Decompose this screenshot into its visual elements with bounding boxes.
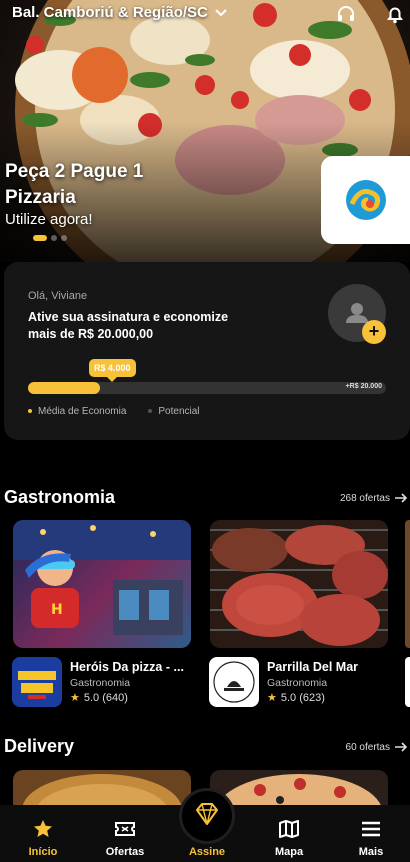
offer-name: Parrilla Del Mar [267, 660, 359, 674]
nav-ofertas[interactable]: Ofertas [84, 805, 166, 862]
rating-value: 5.0 [83, 692, 100, 704]
heroes-pizza-logo [12, 657, 62, 707]
legend-average-label: Média de Economia [38, 406, 127, 417]
rating-count: (640) [102, 692, 128, 704]
offer-rating: ★ 5.0 (623) [267, 691, 325, 704]
parrilla-logo [209, 657, 259, 707]
bell-icon[interactable] [384, 3, 406, 25]
nav-mais[interactable]: Mais [330, 805, 410, 862]
offer-image[interactable] [210, 520, 388, 648]
vila-atlantica-logo [345, 180, 386, 220]
legend-potential-label: Potencial [158, 406, 200, 417]
nav-mais-label: Mais [358, 846, 384, 858]
nav-inicio-label: Início [28, 846, 58, 858]
see-all-delivery-label: 60 ofertas [345, 741, 390, 753]
headset-icon[interactable] [335, 3, 357, 25]
delivery-pizza-photo [215, 774, 383, 810]
diamond-icon [196, 803, 218, 825]
map-icon [279, 820, 299, 838]
offer-rating: ★ 5.0 (640) [70, 691, 128, 704]
offer-image[interactable] [210, 770, 388, 810]
carousel-dot[interactable] [61, 235, 67, 241]
offer-name: Heróis Da pizza - ... [70, 660, 184, 674]
star-icon [34, 820, 52, 837]
savings-message: Ative sua assinatura e economize mais de… [28, 310, 229, 341]
nav-assine-label: Assine [188, 846, 226, 858]
nav-inicio[interactable]: Início [2, 805, 84, 862]
arrow-right-icon [395, 742, 408, 752]
nav-mapa-label: Mapa [274, 846, 304, 858]
offer-logo-partial [405, 657, 410, 707]
star-icon: ★ [267, 692, 277, 704]
grilled-meat-photo [210, 525, 388, 646]
offer-image-partial[interactable] [405, 520, 410, 648]
parrilla-logo-art [213, 661, 255, 703]
subscribe-button[interactable] [179, 788, 235, 844]
svg-text:H: H [51, 602, 63, 618]
offer-image[interactable] [13, 770, 191, 810]
region-selector[interactable]: Bal. Camboriú & Região/SC [12, 4, 228, 21]
section-title-delivery: Delivery [4, 736, 75, 756]
partner-logo[interactable] [321, 156, 410, 244]
delivery-food-photo [22, 774, 182, 810]
see-all-gastronomia-label: 268 ofertas [339, 492, 390, 504]
hero-banner[interactable]: Bal. Camboriú & Região/SC Peça 2 Pague 1… [0, 0, 410, 262]
nav-mapa[interactable]: Mapa [248, 805, 330, 862]
rating-count: (623) [299, 692, 325, 704]
section-title-gastronomia: Gastronomia [4, 487, 116, 507]
carousel-dot-active[interactable] [33, 235, 47, 241]
see-all-delivery[interactable]: 60 ofertas [346, 741, 408, 753]
add-photo-button[interactable]: + [362, 320, 386, 344]
potential-savings-label: +R$ 20.000 [345, 383, 382, 390]
offer-category: Gastronomia [70, 677, 131, 689]
heroes-pizza-photo: H [13, 520, 191, 635]
average-savings-badge: R$ 4.000 [89, 359, 136, 382]
heroes-pizza-logo-art [16, 667, 58, 699]
legend-potential: Potencial [148, 406, 200, 417]
arrow-right-icon [395, 493, 408, 503]
region-label: Bal. Camboriú & Região/SC [12, 4, 208, 21]
greeting: Olá, Viviane [28, 290, 88, 302]
progress-legend: Média de Economia Potencial [28, 406, 200, 417]
star-icon: ★ [70, 692, 80, 704]
legend-average: Média de Economia [28, 406, 126, 417]
menu-icon [362, 821, 380, 837]
subscription-card[interactable]: Olá, Viviane Ative sua assinatura e econ… [4, 262, 410, 440]
offer-image[interactable]: H [13, 520, 191, 648]
carousel-dot[interactable] [51, 235, 57, 241]
hero-subtitle: Utilize agora! [5, 211, 93, 228]
carousel-dots [33, 235, 67, 241]
rating-value: 5.0 [280, 692, 297, 704]
offer-category: Gastronomia [267, 677, 328, 689]
chevron-down-icon [215, 8, 227, 16]
nav-ofertas-label: Ofertas [105, 846, 145, 858]
savings-progress-fill [28, 382, 100, 394]
savings-progress-bar: +R$ 20.000 [28, 382, 386, 394]
top-bar: Bal. Camboriú & Região/SC [0, 0, 410, 30]
ticket-icon [115, 822, 135, 836]
see-all-gastronomia[interactable]: 268 ofertas [340, 492, 408, 504]
hero-title: Peça 2 Pague 1 Pizzaria [5, 161, 144, 208]
